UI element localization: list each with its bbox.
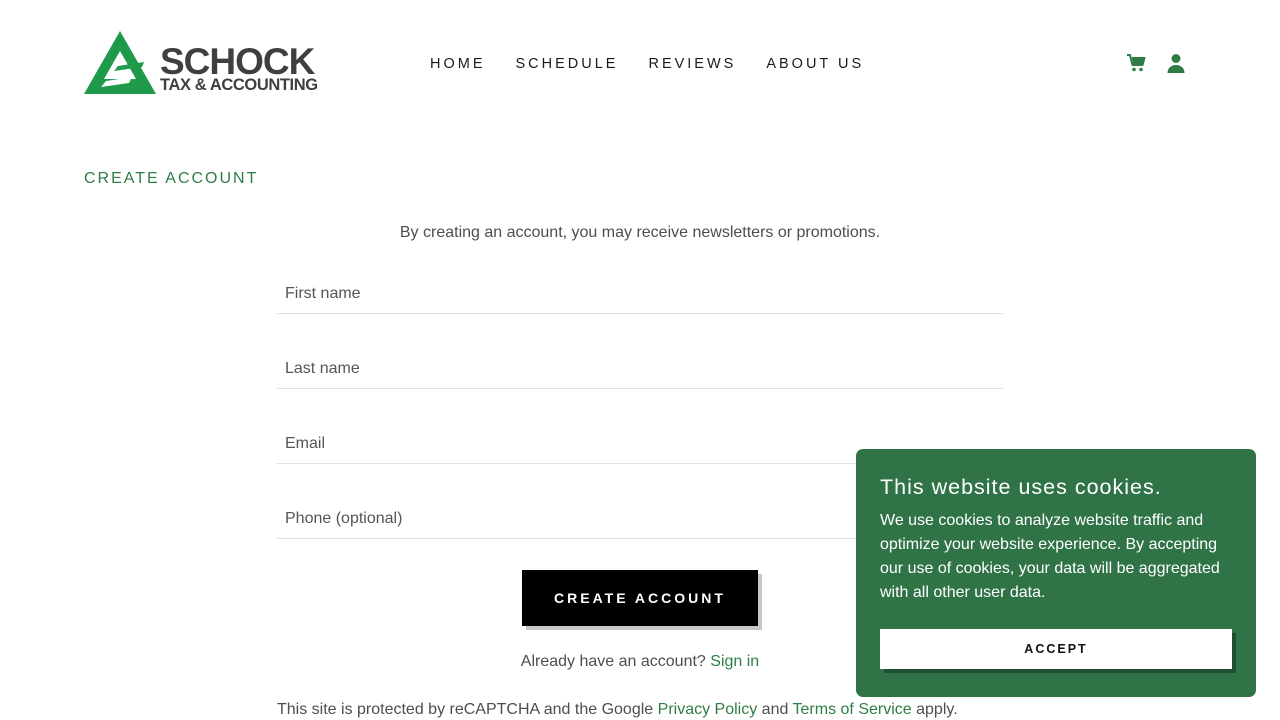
account-icon[interactable] (1166, 53, 1186, 73)
recaptcha-prefix: This site is protected by reCAPTCHA and … (277, 701, 654, 718)
cookie-banner: This website uses cookies. We use cookie… (856, 449, 1256, 697)
cookie-body: We use cookies to analyze website traffi… (880, 512, 1220, 601)
recaptcha-notice: This site is protected by reCAPTCHA and … (277, 701, 958, 719)
signin-prompt: Already have an account? (520, 653, 706, 670)
recaptcha-and: and (761, 701, 789, 718)
intro-text: By creating an account, you may receive … (399, 224, 881, 241)
nav-about-us[interactable]: ABOUT US (766, 56, 864, 72)
page-title: CREATE ACCOUNT (84, 170, 259, 187)
cart-icon[interactable] (1126, 53, 1146, 73)
accept-cookies-button[interactable]: ACCEPT (880, 629, 1232, 669)
accept-button-wrap: ACCEPT (880, 629, 1236, 673)
nav-schedule[interactable]: SCHEDULE (516, 56, 619, 72)
logo-mark-icon (84, 31, 156, 94)
main-nav: HOME SCHEDULE REVIEWS ABOUT US (430, 56, 894, 72)
nav-reviews[interactable]: REVIEWS (648, 56, 736, 72)
header-icons (1126, 53, 1206, 73)
signin-link[interactable]: Sign in (710, 653, 759, 670)
logo-link[interactable]: SCHOCK TAX & ACCOUNTING (84, 31, 318, 95)
logo-tagline-text: TAX & ACCOUNTING (160, 76, 318, 94)
recaptcha-suffix: apply. (916, 701, 958, 718)
terms-of-service-link[interactable]: Terms of Service (793, 701, 912, 718)
create-account-button[interactable]: CREATE ACCOUNT (522, 570, 758, 626)
cookie-title: This website uses cookies. (880, 475, 1162, 499)
privacy-policy-link[interactable]: Privacy Policy (658, 701, 758, 718)
nav-home[interactable]: HOME (430, 56, 486, 72)
create-account-button-wrap: CREATE ACCOUNT (522, 570, 762, 630)
first-name-field[interactable] (277, 274, 1003, 314)
last-name-field[interactable] (277, 349, 1003, 389)
logo-brand-text: SCHOCK (160, 41, 315, 82)
